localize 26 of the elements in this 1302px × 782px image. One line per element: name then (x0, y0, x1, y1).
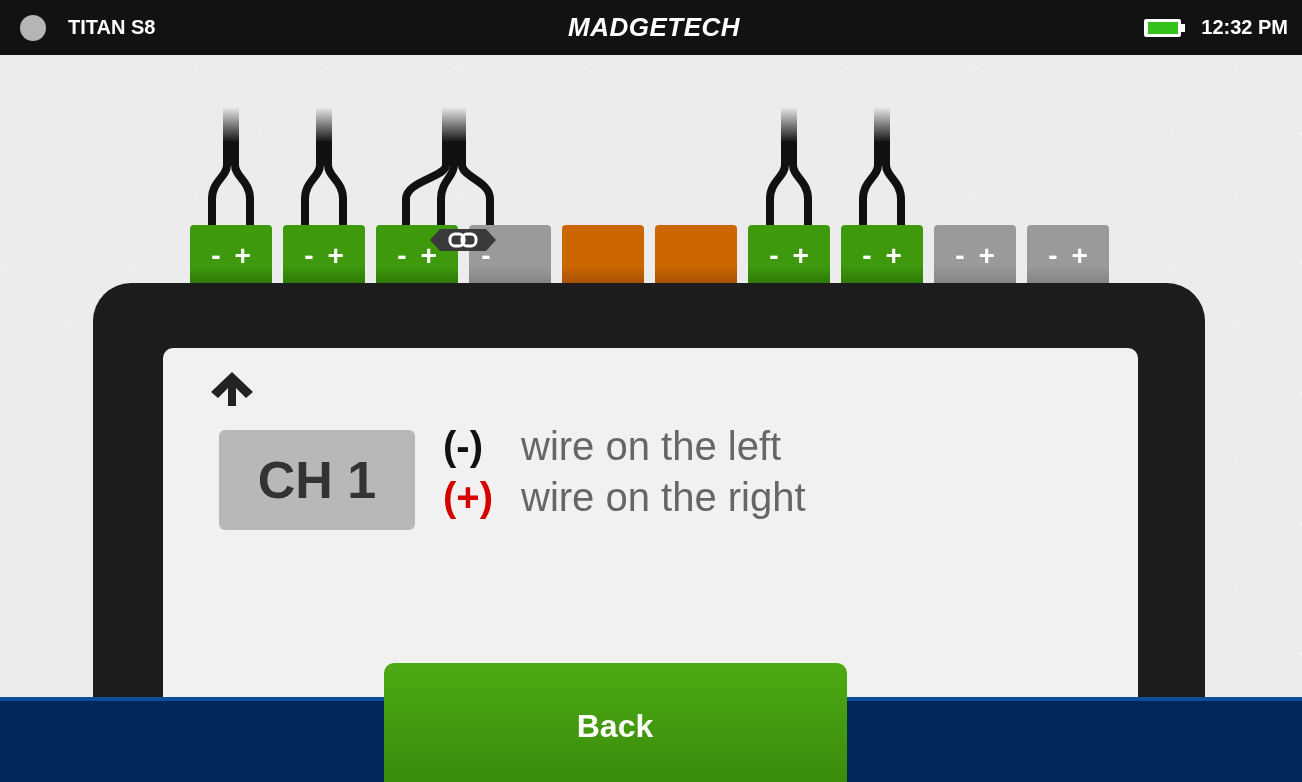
minus-label: - (397, 242, 407, 270)
minus-label: - (304, 242, 314, 270)
polarity-sign: (+) (443, 475, 494, 520)
minus-label: - (862, 242, 872, 270)
plus-label: + (1071, 242, 1088, 270)
plus-label: + (420, 242, 437, 270)
minus-label: - (955, 242, 965, 270)
instruction-text: wire on the left (521, 424, 782, 469)
minus-label: - (211, 242, 221, 270)
brand-logo: MADGETECH (567, 12, 741, 43)
battery-icon (1143, 17, 1186, 38)
back-button[interactable]: Back (383, 663, 847, 782)
instruction-text: wire on the right (521, 475, 806, 520)
minus-label: - (481, 242, 491, 270)
status-indicator-icon (20, 14, 46, 41)
channel-label: CH 1 (219, 430, 415, 530)
plus-label: + (885, 242, 902, 270)
plus-label: + (978, 242, 995, 270)
polarity-sign: (-) (443, 424, 484, 469)
minus-label: - (769, 242, 779, 270)
clock-time: 12:32 PM (1201, 16, 1288, 39)
device-name: TITAN S8 (68, 16, 156, 39)
minus-label: - (1048, 242, 1058, 270)
plus-label: + (792, 242, 809, 270)
plus-label: + (327, 242, 344, 270)
plus-label: + (234, 242, 251, 270)
